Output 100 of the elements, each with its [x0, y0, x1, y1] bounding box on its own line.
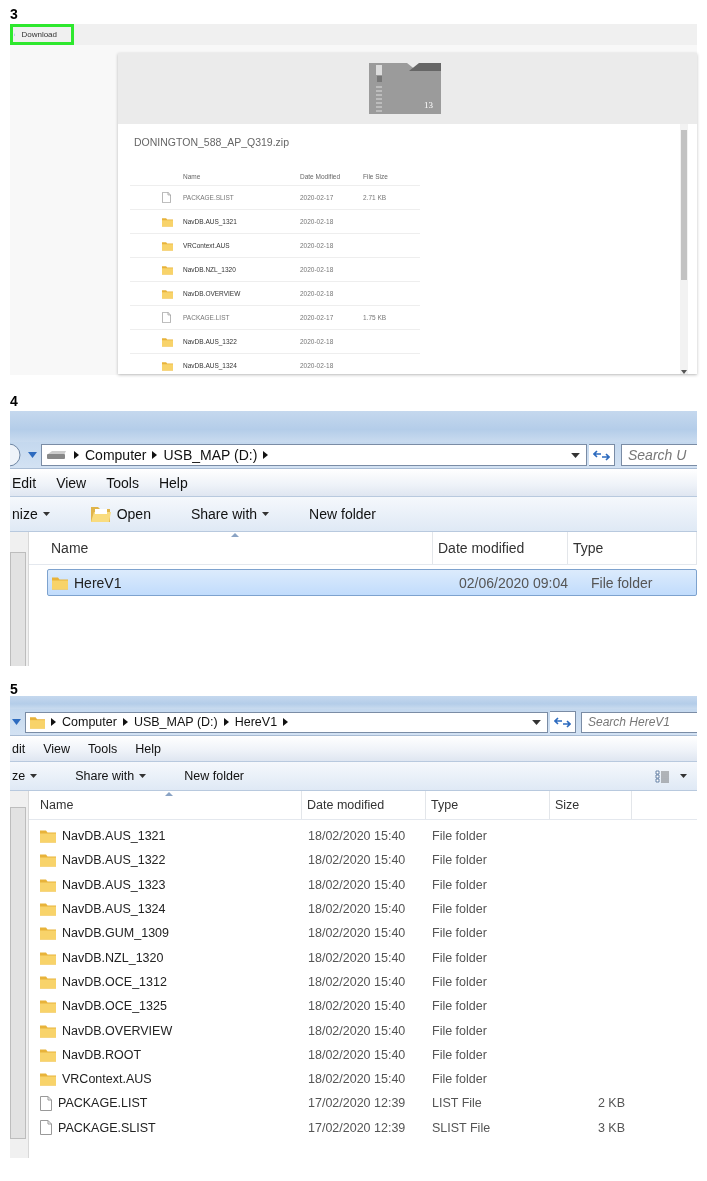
type-cell-text: File folder — [431, 999, 487, 1014]
menu-item[interactable]: View — [41, 741, 73, 756]
date-cell-text: 18/02/2020 15:40 — [307, 877, 406, 892]
file-row[interactable]: VRContext.AUS 18/02/2020 15:40 File folder — [29, 1066, 697, 1092]
details-view-icon — [655, 769, 670, 783]
file-icon — [40, 1120, 52, 1136]
file-row[interactable]: NavDB.OCE_1312 18/02/2020 15:40 File folder — [29, 969, 697, 995]
file-row[interactable]: NavDB.ROOT 18/02/2020 15:40 File folder — [29, 1042, 697, 1067]
folder-icon — [40, 902, 56, 917]
address-field[interactable]: Computer USB_MAP (D:) — [41, 444, 587, 466]
file-icon — [162, 312, 171, 323]
download-button[interactable]: Download — [10, 24, 74, 45]
sort-arrow-icon — [230, 533, 239, 537]
file-row[interactable]: NavDB.OVERVIEW 18/02/2020 15:40 File folder — [29, 1018, 697, 1043]
file-row[interactable]: NavDB.AUS_1323 18/02/2020 15:40 File folder — [29, 872, 697, 897]
type-cell-text: File folder — [431, 974, 487, 989]
type-cell-text: File folder — [431, 877, 487, 892]
file-name: NavDB.ROOT — [62, 1047, 142, 1062]
file-row[interactable]: NavDB.AUS_1324 18/02/2020 15:40 File folder — [29, 896, 697, 922]
folder-icon — [40, 974, 56, 989]
scrollbar[interactable] — [680, 124, 688, 374]
column-header[interactable]: Name — [29, 532, 433, 564]
file-name: PACKAGE.SLIST — [58, 1120, 156, 1135]
caret-icon[interactable] — [12, 719, 21, 725]
step-number: 4 — [9, 392, 18, 411]
file-name: NavDB.NZL_1320 — [62, 950, 164, 965]
type-cell-text: File folder — [431, 1023, 487, 1038]
search-field[interactable]: Search U — [621, 444, 697, 466]
breadcrumb[interactable]: HereV1 — [234, 715, 278, 729]
column-header[interactable]: Type — [568, 532, 697, 564]
type-cell-text: LIST File — [431, 1096, 482, 1111]
menu-item[interactable]: Tools — [104, 474, 141, 491]
breadcrumb[interactable]: USB_MAP (D:) — [163, 447, 258, 463]
file-name: NavDB.AUS_1323 — [62, 877, 166, 892]
address-field[interactable]: Computer USB_MAP (D:) HereV1 — [25, 711, 548, 733]
file-row[interactable]: PACKAGE.SLIST 17/02/2020 12:39 SLIST File 3 KB — [29, 1115, 697, 1140]
toolbar-button[interactable]: Share with — [188, 506, 272, 522]
toolbar-button[interactable]: Share with — [73, 769, 149, 783]
folder-icon — [40, 1023, 56, 1038]
menu-item[interactable]: View — [54, 474, 89, 491]
file-row[interactable]: NavDB.OCE_1325 18/02/2020 15:40 File folder — [29, 994, 697, 1019]
column-header[interactable]: Date modified — [433, 532, 568, 564]
date-cell-text: 18/02/2020 15:40 — [307, 974, 406, 989]
folder-icon — [89, 505, 112, 523]
column-header[interactable]: Type — [426, 791, 550, 819]
file-row[interactable]: HereV1 02/06/2020 09:04 File folder — [47, 569, 697, 596]
file-row[interactable]: NavDB.NZL_1320 18/02/2020 15:40 File folder — [29, 945, 697, 970]
refresh-button[interactable] — [589, 444, 615, 466]
zip-folder-icon — [369, 63, 441, 114]
folder-icon — [40, 950, 56, 965]
menu-item[interactable]: dit — [10, 741, 28, 756]
file-row[interactable]: NavDB.AUS_1322 18/02/2020 15:40 File folder — [29, 848, 697, 873]
toolbar-button[interactable]: Open — [87, 505, 153, 523]
toolbar-button[interactable]: New folder — [182, 769, 246, 783]
date-cell-text: 18/02/2020 15:40 — [307, 999, 406, 1014]
file-row[interactable]: NavDB.GUM_1309 18/02/2020 15:40 File folder — [29, 921, 697, 946]
breadcrumb[interactable]: USB_MAP (D:) — [133, 715, 218, 729]
breadcrumb[interactable]: Computer — [62, 715, 117, 729]
chevron-icon — [122, 718, 128, 726]
caret-icon — [30, 774, 38, 778]
file-name: NavDB.GUM_1309 — [62, 926, 169, 941]
chevron-icon — [223, 718, 229, 726]
caret-icon — [680, 774, 687, 778]
date-cell-text: 18/02/2020 15:40 — [307, 926, 406, 941]
column-header[interactable]: Size — [550, 791, 632, 819]
search-field[interactable]: Search HereV1 — [581, 711, 697, 733]
folder-icon — [162, 240, 173, 251]
menu-item[interactable]: Tools — [86, 741, 120, 756]
file-name: HereV1 — [74, 574, 122, 591]
refresh-button[interactable] — [550, 711, 576, 733]
date-cell-text: 18/02/2020 15:40 — [307, 1023, 406, 1038]
toolbar-button[interactable]: nize — [10, 506, 52, 522]
scroll-down-icon[interactable] — [681, 370, 687, 374]
file-name: NavDB.AUS_1324 — [62, 902, 166, 917]
file-row[interactable]: PACKAGE.LIST 17/02/2020 12:39 LIST File 2 KB — [29, 1091, 697, 1116]
toolbar-button[interactable]: ze — [10, 769, 40, 783]
toolbar-button[interactable]: New folder — [307, 506, 378, 522]
date-cell-text: 17/02/2020 12:39 — [307, 1120, 406, 1135]
file-name: NavDB.OCE_1312 — [62, 974, 167, 989]
date-cell-text: 02/06/2020 09:04 — [458, 574, 568, 591]
date-cell-text: 18/02/2020 15:40 — [307, 1072, 406, 1087]
menu-item[interactable]: Help — [156, 474, 190, 491]
chevron-icon — [283, 718, 289, 726]
chevron-icon — [51, 718, 56, 726]
folder-icon — [40, 1072, 56, 1087]
column-header[interactable]: Date modified — [302, 791, 426, 819]
caret-icon[interactable] — [28, 452, 37, 458]
date-cell-text: 18/02/2020 15:40 — [307, 902, 406, 917]
file-icon — [162, 192, 171, 203]
column-header[interactable]: Name — [29, 791, 302, 819]
menu-item[interactable]: Help — [133, 741, 163, 756]
breadcrumb[interactable]: Computer — [85, 447, 147, 463]
file-row[interactable]: NavDB.AUS_1321 18/02/2020 15:40 File folder — [29, 824, 697, 849]
menu-item[interactable]: Edit — [10, 474, 39, 491]
file-name: PACKAGE.LIST — [58, 1096, 148, 1111]
folder-icon — [162, 264, 173, 275]
folder-icon — [162, 336, 173, 347]
sort-arrow-icon — [165, 792, 173, 796]
folder-icon — [40, 999, 56, 1014]
view-button[interactable] — [653, 767, 689, 785]
